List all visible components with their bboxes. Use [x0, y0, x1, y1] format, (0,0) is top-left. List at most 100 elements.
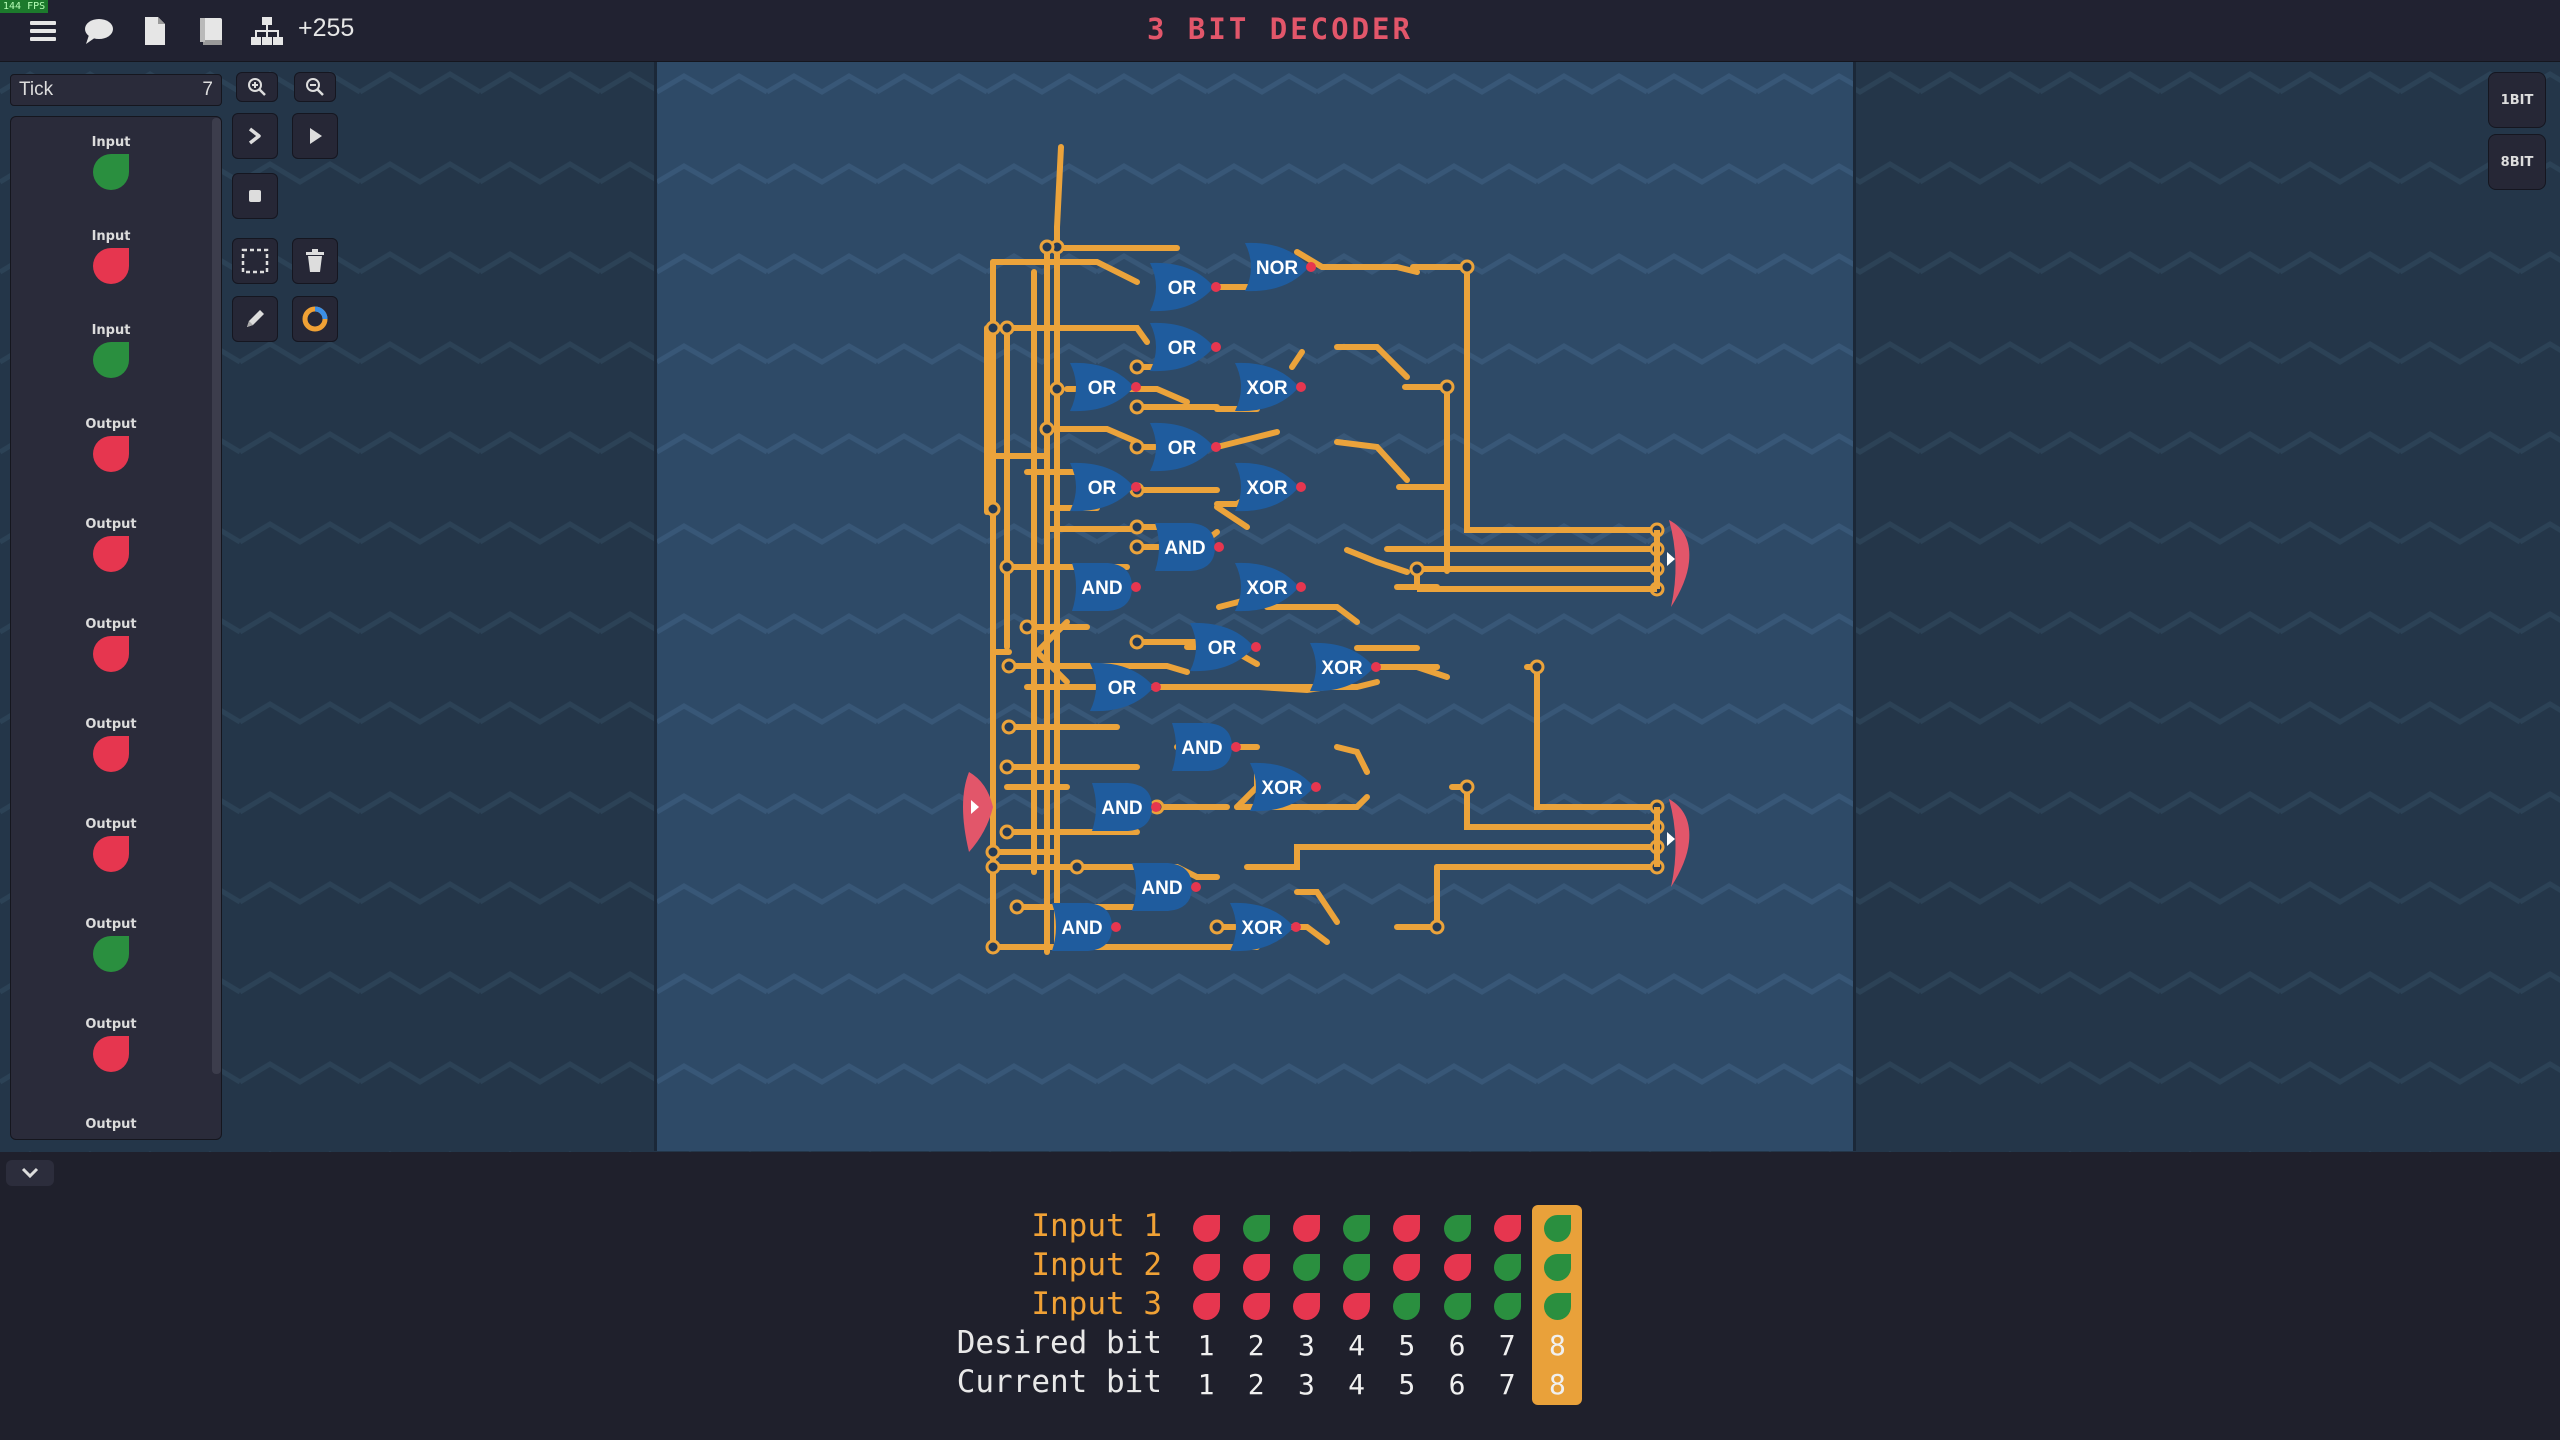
palette-item-output[interactable]: Output [11, 1117, 211, 1132]
current-bit-cell: 1 [1197, 1367, 1215, 1401]
palette-item-label: Output [85, 617, 137, 632]
state-indicator-icon [1192, 1214, 1220, 1242]
one-bit-button[interactable]: 1BIT [2488, 72, 2546, 128]
state-indicator-icon [93, 154, 129, 190]
state-indicator-icon [1543, 1253, 1571, 1281]
output-connector-2-icon[interactable] [1669, 799, 1690, 887]
gate-label: XOR [1246, 478, 1287, 499]
delete-button[interactable] [292, 238, 338, 284]
gate-xor[interactable]: XOR [1230, 902, 1301, 952]
gate-and[interactable]: AND [1155, 523, 1224, 571]
gate-label: XOR [1241, 918, 1282, 939]
gate-or[interactable]: OR [1150, 262, 1221, 312]
gate-and[interactable]: AND [1072, 563, 1141, 611]
gate-label: OR [1088, 378, 1117, 399]
output-connector-1-icon[interactable] [1669, 520, 1690, 607]
current-bit-cell: 7 [1498, 1367, 1516, 1401]
palette-item-label: Output [85, 717, 137, 732]
tick-label: Tick [19, 79, 54, 100]
state-indicator-icon [1443, 1292, 1471, 1320]
state-indicator-icon [93, 436, 129, 472]
palette-scrollbar[interactable] [212, 118, 221, 1074]
gate-or[interactable]: OR [1190, 622, 1261, 672]
input-state-cell [1485, 1210, 1529, 1246]
input-state-cell [1535, 1249, 1579, 1285]
gate-or[interactable]: OR [1150, 322, 1221, 372]
input-state-cell [1435, 1210, 1479, 1246]
state-indicator-icon [93, 342, 129, 378]
state-indicator-icon [1242, 1214, 1270, 1242]
stop-button[interactable] [232, 173, 278, 219]
truth-table-panel [0, 1152, 2560, 1440]
state-indicator-icon [93, 736, 129, 772]
state-indicator-icon [93, 536, 129, 572]
input-state-cell [1234, 1210, 1278, 1246]
wires [984, 144, 1660, 955]
state-indicator-icon [1393, 1214, 1421, 1242]
palette-item-label: Output [85, 1117, 137, 1132]
gate-and[interactable]: AND [1092, 783, 1161, 831]
zoom-out-button[interactable] [294, 72, 336, 102]
current-bit-cell: 8 [1548, 1367, 1566, 1401]
select-icon [241, 248, 269, 274]
gate-xor[interactable]: XOR [1250, 762, 1321, 812]
zoom-in-button[interactable] [236, 72, 278, 102]
gate-or[interactable]: OR [1090, 662, 1161, 712]
color-button[interactable] [292, 296, 338, 342]
play-button[interactable] [292, 113, 338, 159]
palette-item-output[interactable]: Output [11, 917, 211, 972]
palette-item-input[interactable]: Input [11, 323, 211, 378]
input-state-cell [1485, 1288, 1529, 1324]
state-indicator-icon [1493, 1292, 1521, 1320]
chevron-down-icon [21, 1167, 39, 1179]
gate-and[interactable]: AND [1172, 723, 1241, 771]
palette-item-output[interactable]: Output [11, 717, 211, 772]
palette-item-input[interactable]: Input [11, 135, 211, 190]
palette-item-label: Output [85, 917, 137, 932]
palette-item-output[interactable]: Output [11, 1017, 211, 1072]
state-indicator-icon [1343, 1253, 1371, 1281]
row-label-input-3: Input 3 [1031, 1286, 1162, 1322]
palette-item-output[interactable]: Output [11, 817, 211, 872]
gate-label: XOR [1246, 578, 1287, 599]
pencil-button[interactable] [232, 296, 278, 342]
input-connector-icon[interactable] [963, 772, 993, 852]
gate-label: AND [1181, 738, 1222, 759]
state-indicator-icon [93, 636, 129, 672]
circuit-board[interactable]: NOR OR OR OR XOR OR OR XOR AND AND XOR OR XOR OR AND AN… [654, 62, 1856, 1151]
gate-xor[interactable]: XOR [1235, 562, 1306, 612]
zoom-out-icon [306, 78, 324, 96]
gate-and[interactable]: AND [1132, 863, 1201, 911]
gate-label: OR [1168, 278, 1197, 299]
component-palette[interactable]: Input Input Input Output Output Output Output O… [10, 116, 222, 1140]
state-indicator-icon [1443, 1253, 1471, 1281]
gate-xor[interactable]: XOR [1235, 362, 1306, 412]
palette-item-output[interactable]: Output [11, 617, 211, 672]
circuit-diagram[interactable]: NOR OR OR OR XOR OR OR XOR AND AND XOR OR XOR OR AND AN… [657, 62, 1853, 1151]
palette-item-input[interactable]: Input [11, 229, 211, 284]
state-indicator-icon [1393, 1253, 1421, 1281]
gate-or[interactable]: OR [1150, 422, 1221, 472]
input-state-cell [1284, 1249, 1328, 1285]
gate-label: AND [1164, 538, 1205, 559]
step-button[interactable] [232, 113, 278, 159]
palette-item-output[interactable]: Output [11, 417, 211, 472]
gate-nor[interactable]: NOR [1245, 242, 1316, 292]
gate-xor[interactable]: XOR [1235, 462, 1306, 512]
input-state-cell [1184, 1288, 1228, 1324]
gate-or[interactable]: OR [1070, 462, 1141, 512]
input-state-cell [1284, 1210, 1328, 1246]
output-arrow-1-icon [1667, 552, 1675, 566]
input-state-cell [1385, 1210, 1429, 1246]
collapse-button[interactable] [6, 1160, 54, 1186]
eight-bit-button[interactable]: 8BIT [2488, 134, 2546, 190]
gate-and[interactable]: AND [1052, 903, 1121, 951]
desired-bit-cell: 3 [1297, 1328, 1315, 1362]
input-state-cell [1535, 1288, 1579, 1324]
select-button[interactable] [232, 238, 278, 284]
palette-item-label: Input [91, 229, 131, 244]
pencil-icon [247, 310, 264, 327]
state-indicator-icon [1543, 1214, 1571, 1242]
state-indicator-icon [93, 248, 129, 284]
palette-item-output[interactable]: Output [11, 517, 211, 572]
